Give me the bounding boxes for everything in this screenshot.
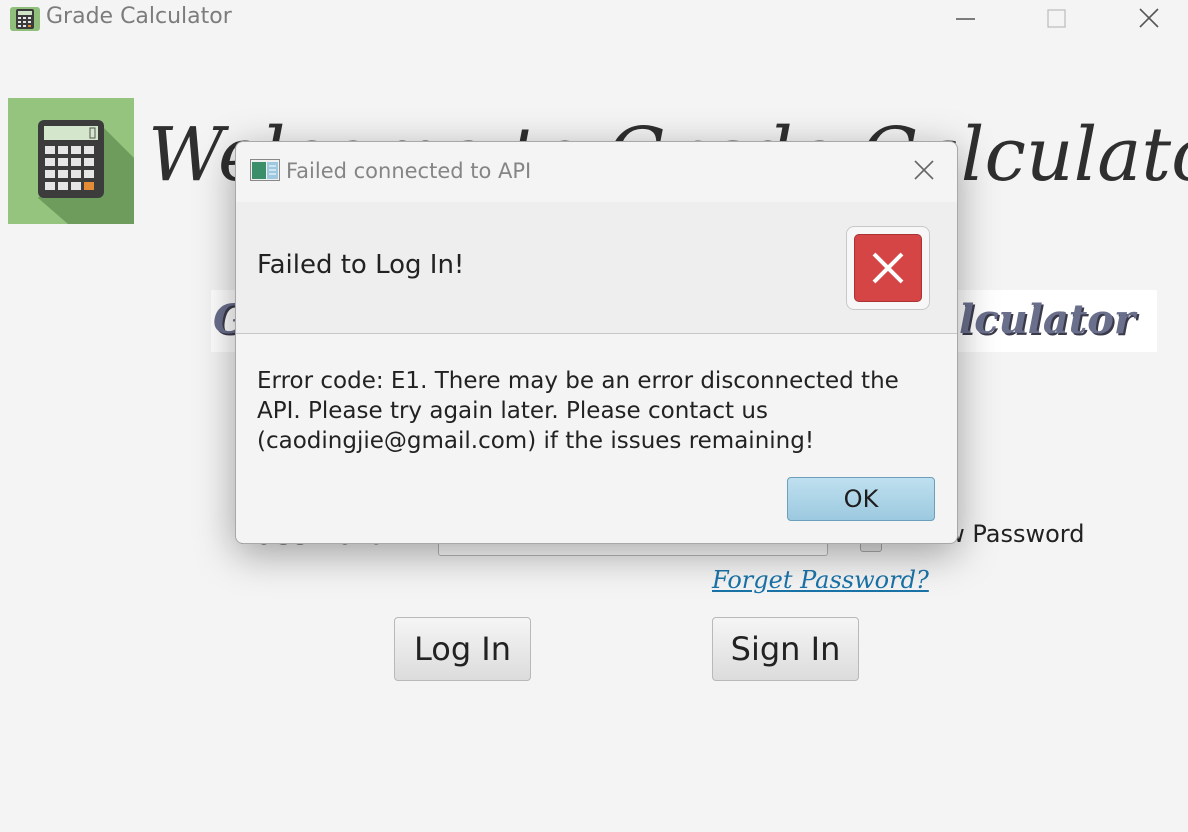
dialog-message: Error code: E1. There may be an error di… <box>257 368 899 454</box>
minimize-icon[interactable] <box>942 4 988 34</box>
dialog-header: Failed to Log In! <box>236 202 957 334</box>
banner-text: lculator <box>959 296 1135 343</box>
dialog-header-text: Failed to Log In! <box>257 250 465 280</box>
maximize-icon[interactable] <box>1034 4 1080 34</box>
error-icon-frame <box>846 226 930 310</box>
error-x-icon <box>854 234 922 302</box>
dialog-title: Failed connected to API <box>286 159 532 183</box>
calculator-icon <box>10 7 40 31</box>
window-titlebar: Grade Calculator <box>0 0 1188 38</box>
app-window-icon <box>250 159 280 181</box>
signin-button[interactable]: Sign In <box>712 617 859 681</box>
error-dialog: Failed connected to API Failed to Log In… <box>235 141 958 544</box>
dialog-titlebar: Failed connected to API <box>236 142 957 202</box>
calculator-logo-icon <box>8 98 134 224</box>
window-title: Grade Calculator <box>46 4 232 29</box>
ok-button[interactable]: OK <box>787 477 935 521</box>
login-button[interactable]: Log In <box>394 617 531 681</box>
close-icon[interactable] <box>906 156 942 186</box>
forget-password-link[interactable]: Forget Password? <box>712 566 929 594</box>
close-window-icon[interactable] <box>1126 4 1172 34</box>
